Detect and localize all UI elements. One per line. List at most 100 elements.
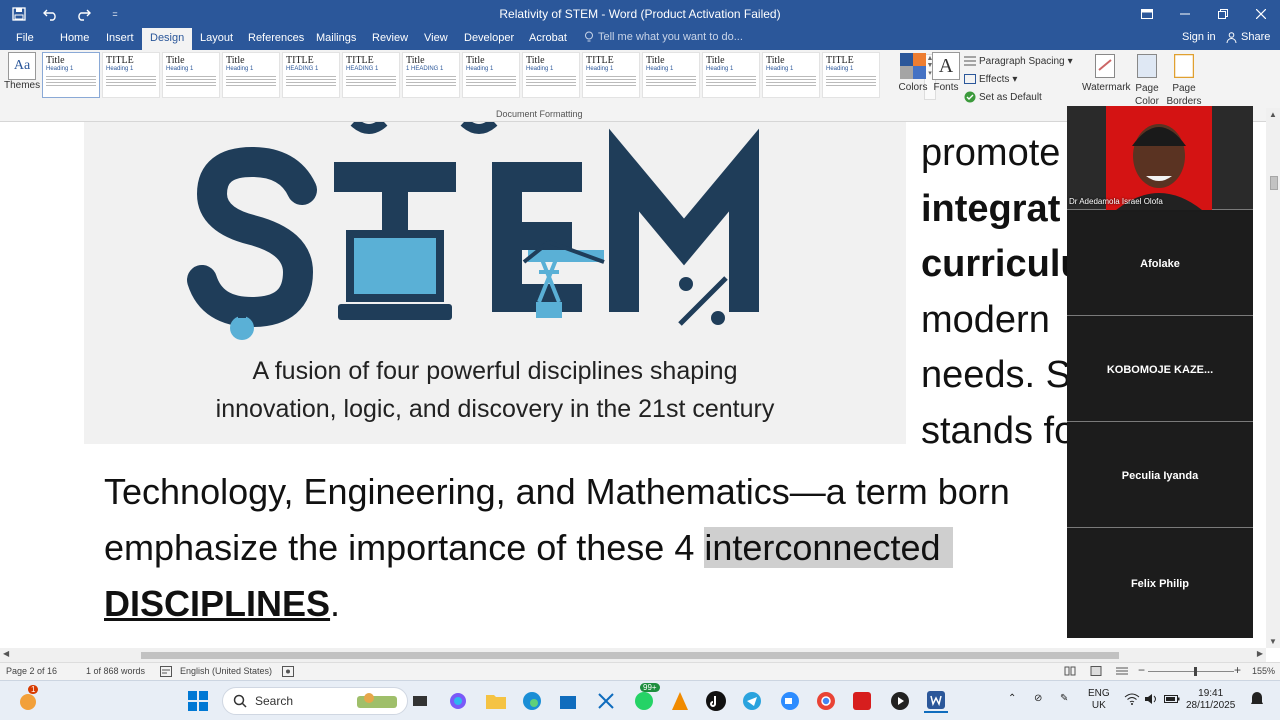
ribbon-display-options-button[interactable] [1128, 0, 1166, 28]
tab-developer[interactable]: Developer [456, 28, 522, 50]
show-hidden-icons-button[interactable]: ⌃ [1008, 693, 1016, 705]
zoom-slider[interactable] [1148, 671, 1234, 672]
weather-widget[interactable]: 1 [16, 685, 40, 713]
language-switcher[interactable]: ENG UK [1088, 688, 1110, 712]
whatsapp-button[interactable]: 99+ [632, 683, 660, 713]
chrome-button[interactable] [814, 689, 838, 713]
participant-tile[interactable]: Felix Philip [1067, 530, 1253, 638]
style-set-thumb[interactable]: TITLE HEADING 1 [282, 52, 340, 98]
style-set-thumb[interactable]: Title Heading 1 [762, 52, 820, 98]
style-set-thumb[interactable]: Title Heading 1 [42, 52, 100, 98]
style-set-thumb[interactable]: Title Heading 1 [222, 52, 280, 98]
style-set-thumb[interactable]: TITLE Heading 1 [582, 52, 640, 98]
web-layout-icon[interactable] [1116, 666, 1128, 678]
set-as-default-button[interactable]: Set as Default [964, 88, 1073, 106]
participant-tile[interactable]: Afolake [1067, 212, 1253, 316]
restore-button[interactable] [1204, 0, 1242, 28]
zoom-app-button[interactable] [778, 689, 802, 713]
selected-text[interactable]: interconnected [704, 527, 953, 568]
store-button[interactable] [556, 689, 580, 713]
zoom-out-button[interactable]: − [1138, 663, 1145, 677]
vertical-scrollbar[interactable]: ▲ ▼ [1266, 108, 1280, 648]
tab-references[interactable]: References [240, 28, 312, 50]
chevron-down-icon: ▾ [1067, 55, 1073, 67]
clock[interactable]: 19:41 28/11/2025 [1186, 688, 1235, 712]
tiktok-button[interactable] [704, 689, 728, 713]
file-explorer-button[interactable] [484, 689, 508, 713]
stem-figure[interactable]: A fusion of four powerful disciplines sh… [84, 122, 906, 444]
tab-layout[interactable]: Layout [192, 28, 241, 50]
proofing-icon[interactable] [160, 666, 172, 679]
zoom-in-button[interactable]: + [1234, 663, 1241, 677]
minimize-button[interactable] [1166, 0, 1204, 28]
scroll-left-arrow-icon[interactable]: ◀ [3, 649, 9, 658]
tab-review[interactable]: Review [364, 28, 416, 50]
notification-center-icon[interactable] [1250, 691, 1264, 711]
themes-button[interactable]: Aa Themes [4, 52, 40, 91]
scroll-right-arrow-icon[interactable]: ▶ [1257, 649, 1263, 658]
tab-design[interactable]: Design [142, 28, 193, 50]
style-set-thumb[interactable]: Title Heading 1 [462, 52, 520, 98]
watermark-button[interactable]: Watermark [1082, 52, 1131, 93]
effects-button[interactable]: Effects ▾ [964, 70, 1073, 88]
sign-in-link[interactable]: Sign in [1182, 31, 1216, 43]
page-borders-button[interactable]: Page Borders [1166, 52, 1202, 108]
fonts-button[interactable]: A Fonts [930, 52, 962, 93]
style-set-thumb[interactable]: TITLE Heading 1 [822, 52, 880, 98]
horizontal-scroll-thumb[interactable] [141, 652, 1119, 659]
wifi-icon[interactable] [1124, 693, 1140, 709]
participant-tile[interactable]: Peculia Iyanda [1067, 424, 1253, 528]
snipping-tool-button[interactable] [594, 689, 618, 713]
style-set-thumb[interactable]: TITLE HEADING 1 [342, 52, 400, 98]
scroll-down-arrow-icon[interactable]: ▼ [1269, 637, 1277, 646]
vlc-button[interactable] [668, 689, 692, 713]
tab-acrobat[interactable]: Acrobat [521, 28, 575, 50]
style-set-thumb[interactable]: Title Heading 1 [522, 52, 580, 98]
start-button[interactable] [186, 689, 210, 713]
horizontal-scrollbar[interactable]: ◀ ▶ [0, 648, 1266, 662]
notifications-muted-icon[interactable]: ⊘ [1034, 693, 1042, 705]
zoom-level[interactable]: 155% [1252, 666, 1275, 676]
edge-button[interactable] [520, 689, 544, 713]
volume-icon[interactable] [1144, 693, 1160, 709]
page-color-button[interactable]: Page Color [1130, 52, 1164, 108]
share-button[interactable]: Share [1226, 31, 1270, 43]
word-count[interactable]: 1 of 868 words [86, 666, 145, 676]
scroll-up-arrow-icon[interactable]: ▲ [1269, 110, 1277, 119]
tab-mailings[interactable]: Mailings [308, 28, 364, 50]
style-set-thumb[interactable]: TITLE Heading 1 [102, 52, 160, 98]
zoom-slider-knob[interactable] [1194, 667, 1198, 676]
copilot-button[interactable] [446, 689, 470, 713]
vertical-scroll-thumb[interactable] [1270, 176, 1278, 190]
style-set-thumb[interactable]: Title Heading 1 [642, 52, 700, 98]
colors-button[interactable]: Colors [896, 52, 930, 93]
word-taskbar-button[interactable] [924, 689, 948, 713]
print-layout-icon[interactable] [1090, 666, 1102, 678]
style-set-thumb[interactable]: Title Heading 1 [702, 52, 760, 98]
pen-icon[interactable]: ✎ [1060, 693, 1068, 705]
page-count[interactable]: Page 2 of 16 [6, 666, 57, 676]
acrobat-button[interactable] [850, 689, 874, 713]
tell-me-box[interactable]: Tell me what you want to do... [584, 31, 743, 43]
media-player-button[interactable] [888, 689, 912, 713]
tab-home[interactable]: Home [52, 28, 97, 50]
read-mode-icon[interactable] [1064, 666, 1076, 678]
close-button[interactable] [1242, 0, 1280, 28]
style-set-thumb[interactable]: Title 1 HEADING 1 [402, 52, 460, 98]
language-indicator[interactable]: English (United States) [180, 666, 272, 676]
tab-view[interactable]: View [416, 28, 456, 50]
tab-insert[interactable]: Insert [98, 28, 142, 50]
body-paragraph[interactable]: Technology, Engineering, and Mathematics… [104, 464, 1064, 632]
participant-tile[interactable]: Dr Adedamola Israel Olofa [1067, 106, 1253, 210]
macro-record-icon[interactable] [282, 666, 294, 679]
taskbar-search[interactable]: Search [222, 687, 408, 715]
document-formatting-group-label: Document Formatting [496, 109, 583, 119]
tab-file[interactable]: File [8, 28, 42, 50]
telegram-button[interactable] [740, 689, 764, 713]
paragraph-spacing-button[interactable]: Paragraph Spacing ▾ [964, 52, 1073, 70]
task-view-button[interactable] [408, 689, 432, 713]
battery-icon[interactable] [1164, 693, 1180, 709]
participant-tile[interactable]: KOBOMOJE KAZE... [1067, 318, 1253, 422]
zoom-app-icon [781, 692, 799, 710]
style-set-thumb[interactable]: Title Heading 1 [162, 52, 220, 98]
